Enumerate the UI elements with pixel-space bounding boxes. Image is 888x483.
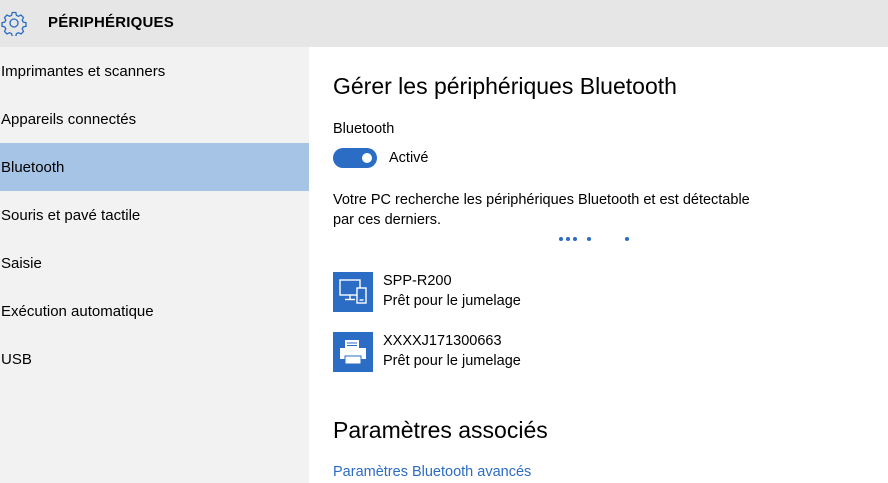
sidebar-item-label: Souris et pavé tactile: [1, 206, 141, 224]
title-bar: PÉRIPHÉRIQUES: [0, 0, 888, 47]
sidebar-item-typing[interactable]: Saisie: [0, 239, 309, 287]
progress-dot: [566, 237, 570, 241]
section-heading: Gérer les périphériques Bluetooth: [333, 73, 677, 99]
progress-dot: [559, 237, 563, 241]
toggle-state-label: Activé: [389, 150, 429, 166]
sidebar: Imprimantes et scanners Appareils connec…: [0, 47, 309, 483]
sidebar-item-usb[interactable]: USB: [0, 335, 309, 383]
progress-dot: [573, 237, 577, 241]
sidebar-item-label: Saisie: [1, 254, 42, 272]
progress-dot: [625, 237, 629, 241]
sidebar-item-mouse-touchpad[interactable]: Souris et pavé tactile: [0, 191, 309, 239]
progress-dot: [587, 237, 591, 241]
sidebar-item-label: Imprimantes et scanners: [1, 62, 166, 80]
gear-icon[interactable]: [1, 10, 27, 36]
device-status: Prêt pour le jumelage: [383, 293, 521, 309]
sidebar-item-connected-devices[interactable]: Appareils connectés: [0, 95, 309, 143]
device-item-spp-r200[interactable]: SPP-R200 Prêt pour le jumelage: [333, 272, 733, 316]
device-name: SPP-R200: [383, 273, 452, 289]
printer-icon: [333, 332, 373, 372]
sidebar-item-autoplay[interactable]: Exécution automatique: [0, 287, 309, 335]
device-item-xxxxj171300663[interactable]: XXXXJ171300663 Prêt pour le jumelage: [333, 332, 733, 376]
bluetooth-toggle[interactable]: [333, 148, 377, 168]
bluetooth-label: Bluetooth: [333, 121, 395, 137]
related-settings-heading: Paramètres associés: [333, 417, 548, 443]
sidebar-item-label: Bluetooth: [1, 158, 65, 176]
main-panel: Gérer les périphériques Bluetooth Blueto…: [309, 47, 888, 483]
sidebar-item-bluetooth[interactable]: Bluetooth: [0, 143, 309, 191]
sidebar-item-printers-scanners[interactable]: Imprimantes et scanners: [0, 47, 309, 95]
page-title: PÉRIPHÉRIQUES: [48, 14, 174, 31]
device-status: Prêt pour le jumelage: [383, 353, 521, 369]
sidebar-item-label: Appareils connectés: [1, 110, 137, 128]
advanced-bluetooth-settings-link[interactable]: Paramètres Bluetooth avancés: [333, 464, 531, 480]
sidebar-item-label: Exécution automatique: [1, 302, 154, 320]
toggle-knob: [362, 153, 372, 163]
discovery-description: Votre PC recherche les périphériques Blu…: [333, 192, 750, 228]
device-name: XXXXJ171300663: [383, 333, 502, 349]
sidebar-item-label: USB: [1, 350, 32, 368]
phone-monitor-icon: [333, 272, 373, 312]
